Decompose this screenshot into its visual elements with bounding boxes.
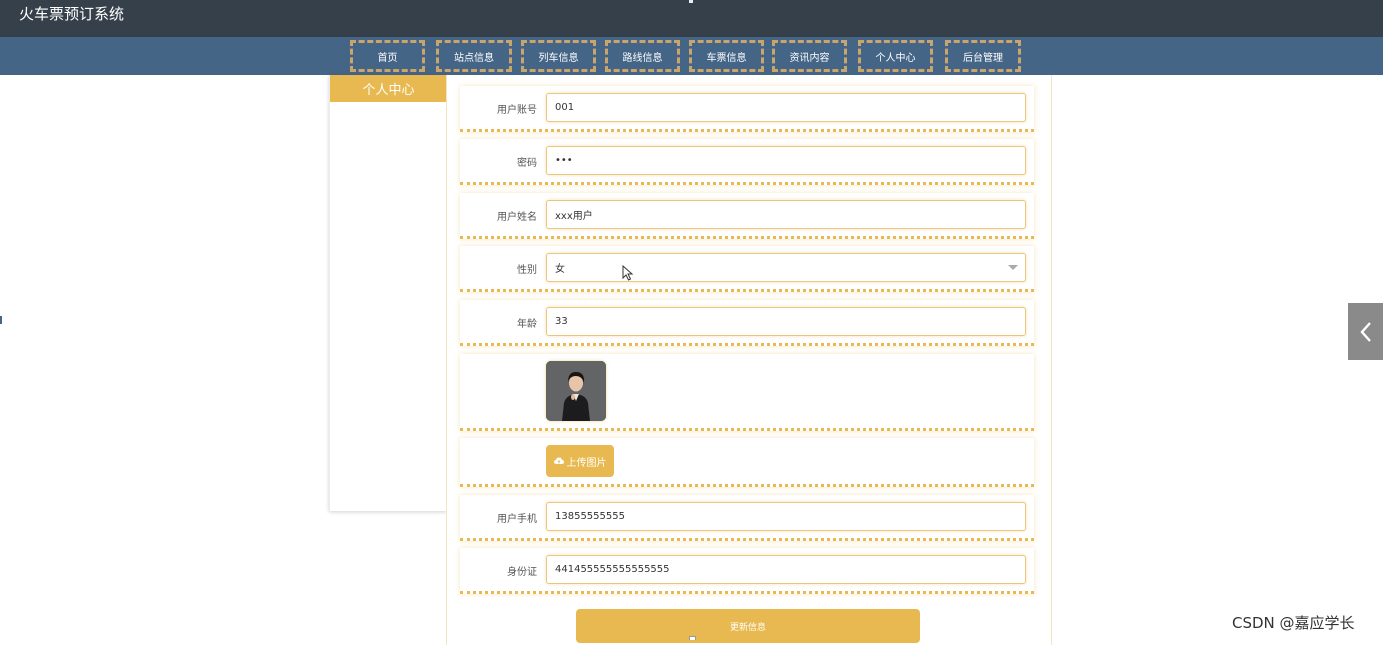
nav-item-admin[interactable]: 后台管理 (945, 40, 1021, 72)
bottom-marker (689, 636, 696, 640)
avatar-photo-icon (546, 361, 606, 421)
gender-label: 性别 (517, 265, 537, 276)
nav-item-profile[interactable]: 个人中心 (858, 40, 933, 72)
form-row-avatar (460, 354, 1034, 431)
chevron-left-icon (1359, 321, 1371, 342)
watermark: CSDN @嘉应学长 (1232, 614, 1355, 632)
account-label: 用户账号 (497, 105, 537, 116)
name-input[interactable]: xxx用户 (546, 200, 1026, 229)
form-row-password: 密码 ••• (460, 139, 1034, 185)
nav-item-tickets[interactable]: 车票信息 (689, 40, 764, 72)
chevron-down-icon[interactable] (1008, 265, 1018, 270)
form-row-phone: 用户手机 13855555555 (460, 495, 1034, 541)
sidebar: 个人中心 (329, 75, 447, 511)
sidebar-title[interactable]: 个人中心 (330, 75, 447, 102)
password-label: 密码 (517, 158, 537, 169)
password-input[interactable]: ••• (546, 146, 1026, 175)
form-row-age: 年龄 33 (460, 300, 1034, 346)
idcard-input[interactable]: 441455555555555555 (546, 555, 1026, 584)
avatar (546, 361, 606, 421)
collapse-panel-button[interactable] (1348, 303, 1383, 360)
main-nav: 首页 站点信息 列车信息 路线信息 车票信息 资讯内容 个人中心 后台管理 (0, 37, 1383, 75)
upload-image-label: 上传图片 (566, 457, 607, 469)
upload-image-button[interactable]: 上传图片 (546, 445, 614, 477)
nav-item-routes[interactable]: 路线信息 (605, 40, 680, 72)
form-row-upload: 上传图片 (460, 438, 1034, 487)
form-row-idcard: 身份证 441455555555555555 (460, 548, 1034, 594)
mouse-cursor-icon (622, 265, 634, 281)
nav-item-home[interactable]: 首页 (350, 40, 425, 72)
age-label: 年龄 (517, 319, 537, 330)
update-info-button[interactable]: 更新信息 (576, 609, 920, 643)
nav-item-trains[interactable]: 列车信息 (521, 40, 596, 72)
phone-input[interactable]: 13855555555 (546, 502, 1026, 531)
nav-item-stations[interactable]: 站点信息 (436, 40, 512, 72)
gender-select[interactable]: 女 (546, 253, 1026, 282)
nav-item-news[interactable]: 资讯内容 (772, 40, 847, 72)
cloud-upload-icon (553, 457, 564, 464)
form-row-gender: 性别 女 (460, 246, 1034, 292)
account-input[interactable]: 001 (546, 93, 1026, 122)
app-title: 火车票预订系统 (19, 5, 125, 23)
age-input[interactable]: 33 (546, 307, 1026, 336)
top-header: 火车票预订系统 (0, 0, 1383, 37)
gender-selected-value: 女 (555, 264, 565, 275)
form-row-account: 用户账号 001 (460, 86, 1034, 132)
idcard-label: 身份证 (507, 567, 537, 578)
form-row-name: 用户姓名 xxx用户 (460, 193, 1034, 239)
name-label: 用户姓名 (497, 212, 537, 223)
top-marker (689, 0, 693, 3)
phone-label: 用户手机 (497, 514, 537, 525)
left-edge-marker (0, 316, 2, 324)
